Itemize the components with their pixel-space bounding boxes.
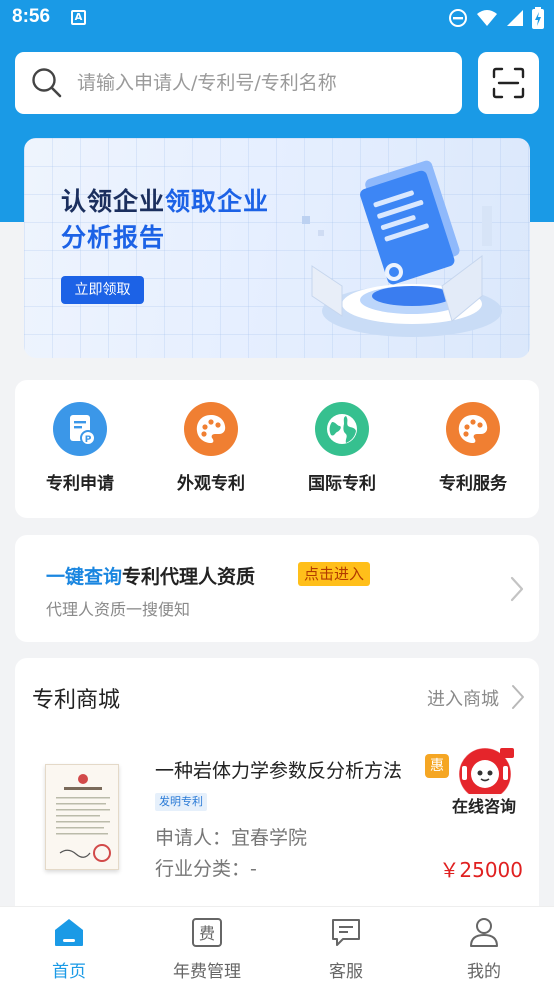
patent-certificate-thumbnail[interactable]	[45, 764, 119, 870]
tab-label: 首页	[52, 962, 86, 982]
document-p-icon: P	[53, 402, 107, 456]
quick-action-patent-apply[interactable]: P 专利申请	[30, 402, 130, 494]
status-bar: 8:56 A	[0, 0, 554, 38]
palette-icon	[446, 402, 500, 456]
battery-icon	[532, 7, 544, 29]
user-icon	[470, 918, 498, 947]
quick-action-international-patent[interactable]: 国际专利	[292, 402, 392, 494]
svg-text:P: P	[85, 435, 92, 445]
product-price: ￥25000	[439, 858, 523, 882]
search-input[interactable]	[77, 64, 447, 102]
quick-action-label: 外观专利	[177, 474, 245, 494]
tab-label: 年费管理	[173, 962, 241, 982]
mall-title: 专利商城	[32, 688, 121, 713]
claim-button[interactable]: 立即领取	[61, 276, 144, 304]
enter-mall-link[interactable]: 进入商城	[427, 685, 499, 711]
do-not-disturb-icon	[449, 9, 467, 27]
scan-button[interactable]	[478, 52, 539, 114]
search-bar[interactable]	[15, 52, 462, 114]
chat-icon	[332, 919, 360, 946]
banner-title-line2: 分析报告	[61, 223, 166, 252]
search-icon	[32, 68, 62, 98]
promo-banner[interactable]: 认领企业领取企业 分析报告 立即领取	[24, 138, 530, 358]
tab-customer-service[interactable]: 客服	[296, 915, 396, 982]
tab-label: 我的	[467, 962, 501, 982]
product-title[interactable]: 一种岩体力学参数反分析方法	[155, 756, 410, 783]
product-applicant: 申请人：宜春学院	[155, 827, 308, 849]
quick-action-patent-service[interactable]: 专利服务	[423, 402, 523, 494]
notification-a-icon: A	[71, 10, 86, 25]
status-time: 8:56	[12, 6, 51, 27]
quick-actions-card: P 专利申请 外观专利 国际专利 专利服务	[15, 380, 539, 518]
tab-home[interactable]: 首页	[19, 915, 119, 982]
agent-card-title: 一键查询专利代理人资质	[46, 566, 256, 588]
signal-icon	[507, 10, 523, 26]
chevron-right-icon[interactable]	[511, 684, 525, 710]
globe-icon	[315, 402, 369, 456]
banner-illustration	[302, 160, 502, 337]
scan-icon	[492, 67, 525, 99]
agent-query-card[interactable]: 一键查询专利代理人资质 点击进入 代理人资质一搜便知	[15, 535, 539, 642]
quick-action-design-patent[interactable]: 外观专利	[161, 402, 261, 494]
chevron-right-icon	[510, 576, 524, 602]
online-consult-label: 在线咨询	[438, 794, 530, 820]
home-icon	[55, 919, 83, 946]
patent-type-tag: 发明专利	[155, 793, 207, 811]
banner-title: 认领企业领取企业	[61, 187, 270, 216]
enter-badge[interactable]: 点击进入	[298, 562, 371, 586]
tab-label: 客服	[329, 962, 363, 982]
online-consult-button[interactable]: 在线咨询	[438, 744, 530, 822]
product-industry: 行业分类：-	[155, 858, 257, 880]
tab-annual-fee[interactable]: 费 年费管理	[157, 915, 257, 982]
fee-icon: 费	[192, 918, 222, 947]
bottom-tab-bar: 首页 费 年费管理 客服 我的	[0, 906, 554, 984]
palette-icon	[184, 402, 238, 456]
quick-action-label: 专利申请	[46, 474, 114, 494]
quick-action-label: 专利服务	[439, 474, 507, 494]
agent-card-subtitle: 代理人资质一搜便知	[46, 600, 191, 619]
svg-text:费: 费	[199, 924, 215, 943]
tab-me[interactable]: 我的	[434, 915, 534, 982]
wifi-icon	[477, 10, 497, 26]
quick-action-label: 国际专利	[308, 474, 376, 494]
